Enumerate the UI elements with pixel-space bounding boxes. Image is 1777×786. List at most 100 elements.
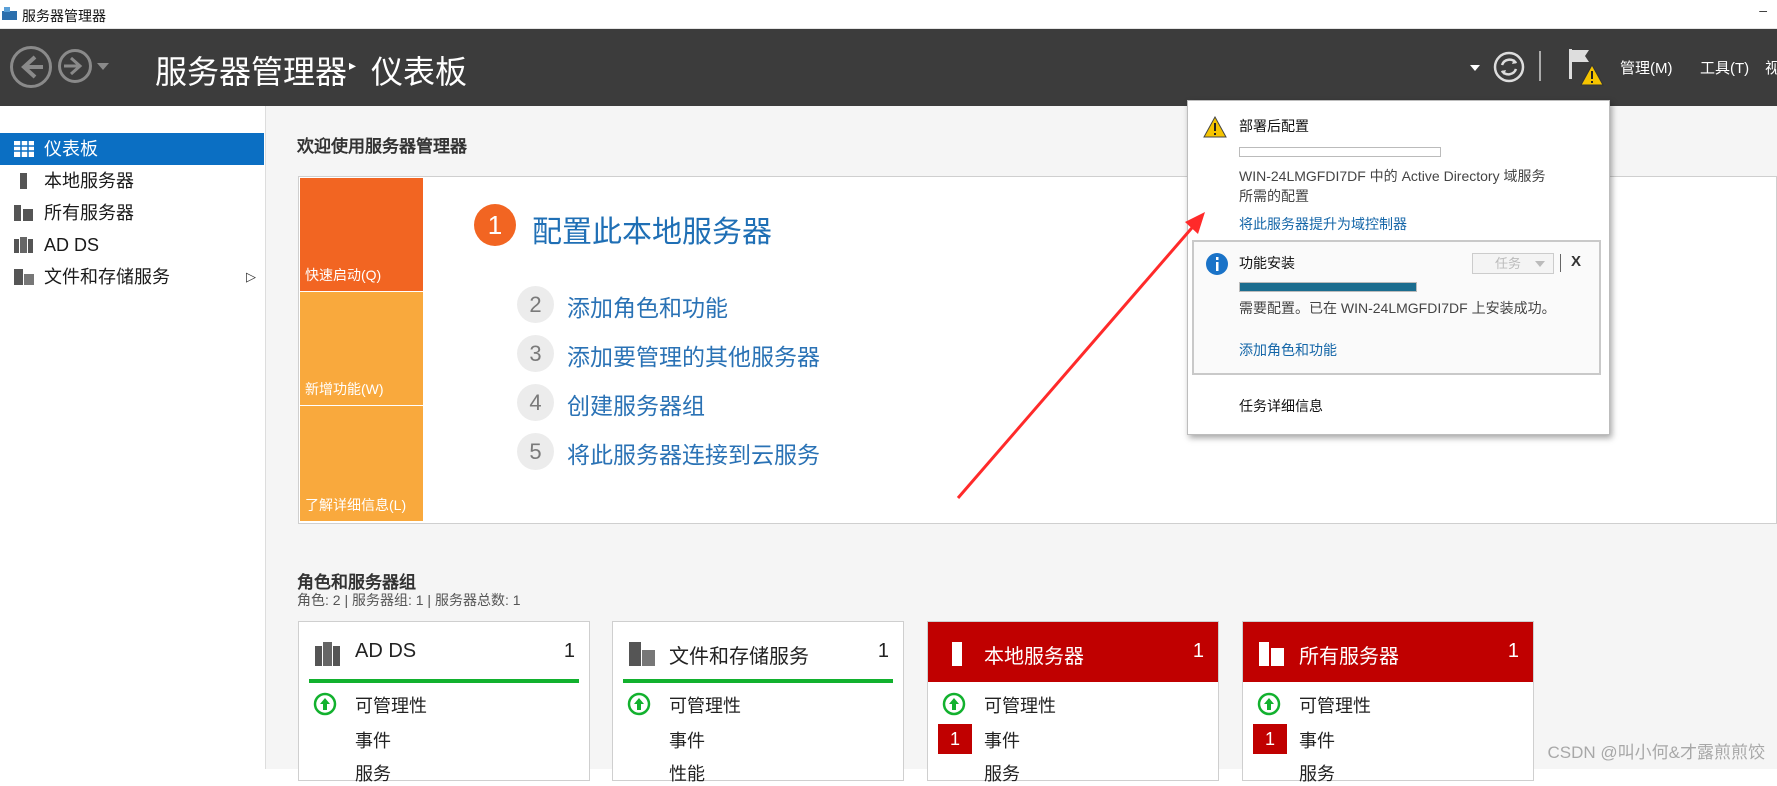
sidebar-item-label: 仪表板 (44, 139, 98, 159)
sidebar-item-file-storage[interactable]: 文件和存储服务 ▷ (0, 261, 264, 293)
refresh-icon[interactable] (1493, 51, 1525, 83)
status-bar (309, 679, 579, 683)
tile-whats-new[interactable]: 新增功能(W) (300, 292, 423, 405)
connect-cloud-link[interactable]: 将此服务器连接到云服务 (567, 436, 820, 470)
manageability-ok-icon (313, 692, 337, 716)
sidebar-item-dashboard[interactable]: 仪表板 (0, 133, 264, 165)
tile-label: 了解详细信息(L) (305, 497, 407, 513)
step-2-badge: 2 (517, 286, 554, 323)
server-icon (952, 642, 962, 666)
card-row-events[interactable]: 事件 (355, 727, 391, 753)
tile-label: 快速启动(Q) (305, 267, 382, 283)
watermark: CSDN @叫小何&才露煎煎饺 (1547, 743, 1766, 762)
card-header[interactable]: 所有服务器 1 (1243, 622, 1533, 682)
feature-install-status: 需要配置。已在 WIN-24LMGFDI7DF 上安装成功。 (1239, 300, 1556, 316)
minimize-button[interactable]: – (1759, 2, 1767, 18)
tasks-dropdown-label: 任务 (1495, 256, 1522, 271)
sidebar-item-ad-ds[interactable]: AD DS (0, 229, 264, 261)
card-count: 1 (563, 640, 575, 662)
event-alert-badge: 1 (1253, 724, 1287, 754)
history-dropdown-icon[interactable] (97, 63, 109, 71)
card-count: 1 (1192, 640, 1204, 662)
sidebar-item-label: 所有服务器 (44, 203, 134, 223)
manageability-ok-icon (942, 692, 966, 716)
notification-flag-icon[interactable] (1565, 47, 1605, 87)
card-header[interactable]: AD DS 1 (299, 622, 589, 682)
expand-arrow-icon[interactable]: ▷ (246, 261, 256, 293)
breadcrumb-separator: ▸ (349, 57, 357, 73)
tile-quick-start[interactable]: 快速启动(Q) (300, 178, 423, 291)
servers-icon (14, 205, 33, 221)
card-row-manageability[interactable]: 可管理性 (984, 692, 1056, 718)
post-deploy-text-2: 所需的配置 (1239, 188, 1309, 204)
storage-icon (14, 269, 34, 285)
configure-local-server-link[interactable]: 配置此本地服务器 (532, 207, 772, 251)
info-icon (1206, 253, 1228, 275)
status-bar (623, 679, 893, 683)
breadcrumb-page: 仪表板 (371, 53, 468, 91)
storage-icon (629, 642, 655, 666)
add-servers-link[interactable]: 添加要管理的其他服务器 (567, 338, 820, 372)
tasks-dropdown[interactable]: 任务 (1472, 253, 1554, 274)
card-row-manageability[interactable]: 可管理性 (669, 692, 741, 718)
chevron-down-icon (1535, 261, 1545, 267)
card-title: 文件和存储服务 (669, 646, 809, 668)
servers-icon (1259, 642, 1284, 666)
warning-icon (1203, 116, 1227, 138)
server-manager-app-icon (2, 7, 17, 20)
view-menu[interactable]: 视 (1765, 57, 1777, 78)
card-title: 本地服务器 (984, 646, 1084, 668)
post-deploy-progress (1239, 147, 1441, 157)
card-row-events[interactable]: 事件 (984, 727, 1020, 753)
card-row-manageability[interactable]: 可管理性 (355, 692, 427, 718)
manageability-ok-icon (627, 692, 651, 716)
sidebar: 仪表板 本地服务器 所有服务器 AD DS 文件和存储服务 ▷ (0, 106, 266, 769)
promote-domain-controller-link[interactable]: 将此服务器提升为域控制器 (1239, 214, 1407, 234)
add-roles-link[interactable]: 添加角色和功能 (567, 289, 728, 323)
role-card-ad-ds[interactable]: AD DS 1 可管理性 事件 服务 (298, 621, 590, 784)
tools-menu[interactable]: 工具(T) (1700, 57, 1749, 78)
card-header[interactable]: 文件和存储服务 1 (613, 622, 903, 682)
tile-learn-more[interactable]: 了解详细信息(L) (300, 406, 423, 521)
sidebar-item-all-servers[interactable]: 所有服务器 (0, 197, 264, 229)
card-title: 所有服务器 (1299, 646, 1399, 668)
card-header[interactable]: 本地服务器 1 (928, 622, 1218, 682)
feature-install-title: 功能安装 (1239, 255, 1295, 271)
breadcrumb-root[interactable]: 服务器管理器 (155, 47, 347, 93)
manage-menu[interactable]: 管理(M) (1620, 57, 1673, 78)
manageability-ok-icon (1257, 692, 1281, 716)
sidebar-item-local-server[interactable]: 本地服务器 (0, 165, 264, 197)
welcome-title: 欢迎使用服务器管理器 (297, 137, 467, 156)
card-title: AD DS (355, 640, 417, 662)
window-title: 服务器管理器 (22, 8, 106, 24)
forward-button[interactable] (58, 49, 92, 83)
add-roles-features-link[interactable]: 添加角色和功能 (1239, 340, 1337, 360)
role-card-local-server[interactable]: 本地服务器 1 可管理性 1 事件 服务 (927, 621, 1219, 784)
ad-ds-icon (14, 237, 33, 253)
card-row-services[interactable]: 服务 (1299, 760, 1335, 786)
card-row-events[interactable]: 事件 (669, 727, 705, 753)
dropdown-icon[interactable] (1470, 65, 1480, 72)
back-button[interactable] (10, 46, 52, 88)
card-row-services[interactable]: 服务 (984, 760, 1020, 786)
card-count: 1 (1507, 640, 1519, 662)
progress-fill (1240, 283, 1416, 291)
notifications-popup: 部署后配置 WIN-24LMGFDI7DF 中的 Active Director… (1187, 100, 1610, 435)
window-titlebar: 服务器管理器 – (0, 0, 1777, 29)
close-button[interactable]: X (1571, 253, 1581, 270)
server-icon (20, 173, 27, 189)
step-5-badge: 5 (517, 433, 554, 470)
role-card-file-storage[interactable]: 文件和存储服务 1 可管理性 事件 性能 (612, 621, 904, 784)
card-row-performance[interactable]: 性能 (669, 760, 705, 786)
card-row-events[interactable]: 事件 (1299, 727, 1335, 753)
ad-ds-icon (315, 642, 340, 666)
dashboard-icon (14, 141, 34, 157)
create-server-group-link[interactable]: 创建服务器组 (567, 387, 705, 421)
card-row-manageability[interactable]: 可管理性 (1299, 692, 1371, 718)
task-details-link[interactable]: 任务详细信息 (1239, 396, 1323, 416)
step-4-badge: 4 (517, 384, 554, 421)
card-row-services[interactable]: 服务 (355, 760, 391, 786)
feature-install-notification: 功能安装 任务 X 需要配置。已在 WIN-24LMGFDI7DF 上安装成功。… (1192, 240, 1601, 375)
sidebar-item-label: 文件和存储服务 (44, 267, 170, 287)
role-card-all-servers[interactable]: 所有服务器 1 可管理性 1 事件 服务 (1242, 621, 1534, 784)
